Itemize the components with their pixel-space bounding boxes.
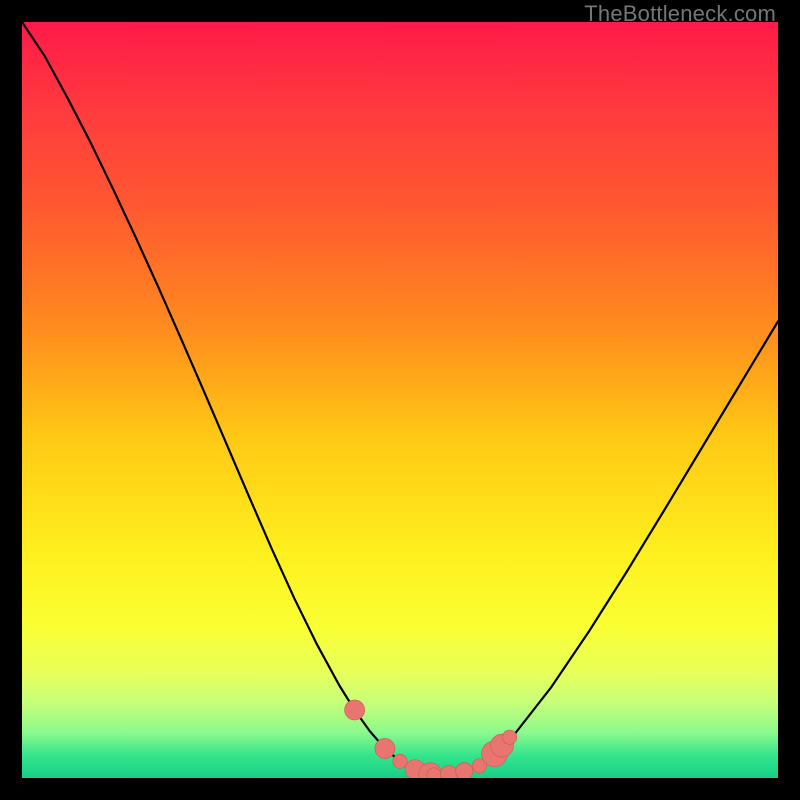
data-marker [441, 766, 458, 778]
watermark-text: TheBottleneck.com [584, 1, 776, 27]
data-marker [375, 738, 395, 758]
data-marker [345, 700, 365, 720]
chart-frame: TheBottleneck.com [0, 0, 800, 800]
bottleneck-curve [22, 22, 778, 775]
data-marker [456, 763, 473, 778]
curve-layer [22, 22, 778, 778]
plot-area [22, 22, 778, 778]
data-marker [502, 730, 516, 744]
data-marker [393, 754, 407, 768]
